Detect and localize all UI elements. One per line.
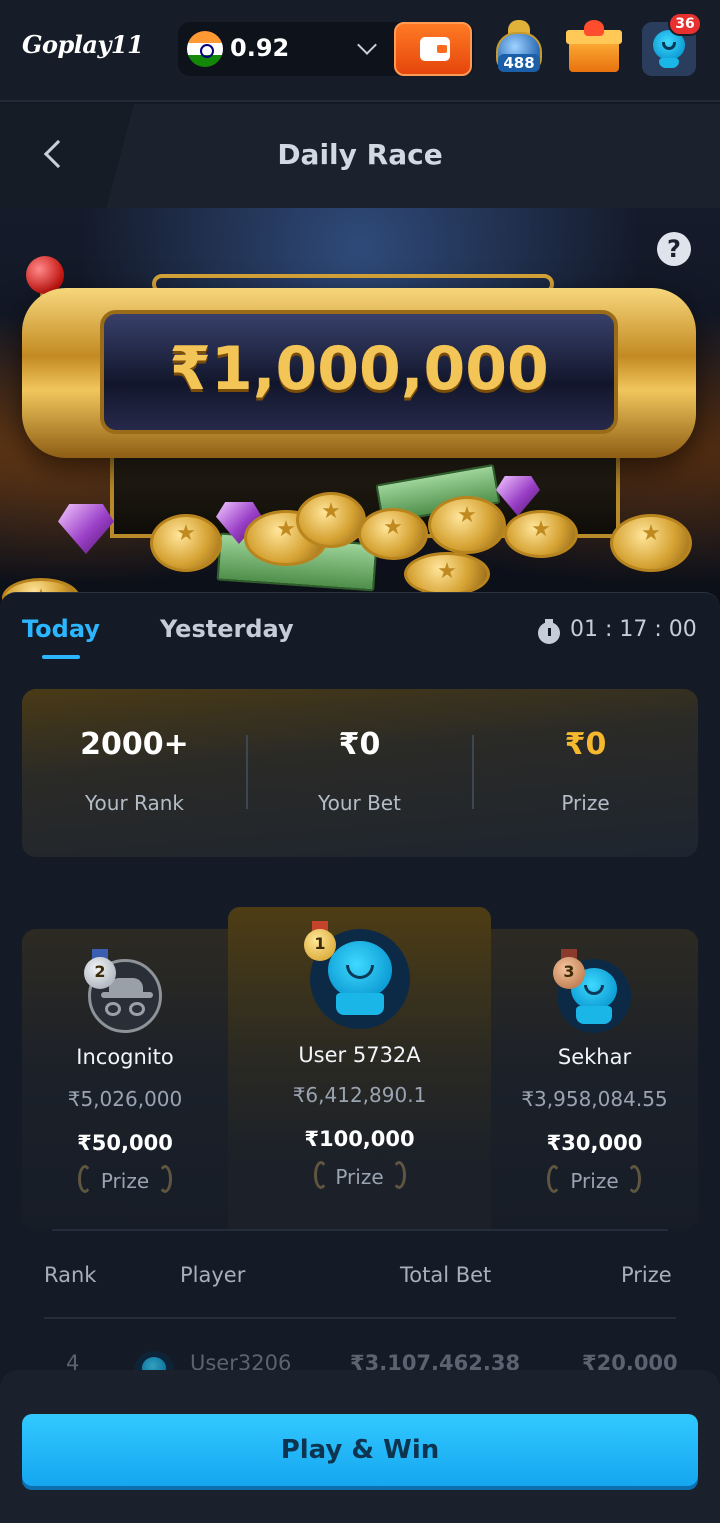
stat-bet: ₹0 Your Bet — [247, 689, 472, 857]
laurel-right-icon — [158, 1165, 172, 1193]
player-name: User 5732A — [298, 1043, 421, 1067]
stat-value: ₹0 — [338, 727, 381, 762]
stat-label: Prize — [561, 791, 610, 815]
bottom-action-bar: Play & Win — [0, 1370, 720, 1523]
prize-label: Prize — [570, 1169, 619, 1193]
india-flag-icon — [187, 31, 223, 67]
podium-third-place[interactable]: 3 Sekhar ₹3,958,084.55 ₹30,000 Prize — [491, 929, 698, 1229]
notification-badge: 36 — [668, 12, 702, 36]
player-total-bet: ₹6,412,890.1 — [292, 1083, 427, 1107]
gift-bow — [584, 20, 604, 36]
app-logo[interactable]: Goplay11 — [22, 30, 144, 59]
title-bar: Daily Race — [0, 104, 720, 208]
player-total-bet: ₹5,026,000 — [67, 1087, 183, 1111]
jackpot-screen: ₹1,000,000 — [100, 310, 618, 434]
podium-first-place[interactable]: 1 User 5732A ₹6,412,890.1 ₹100,000 Prize — [228, 907, 491, 1229]
player-name: Sekhar — [557, 1045, 632, 1069]
stat-prize: ₹0 Prize — [473, 689, 698, 857]
jackpot-machine: ₹1,000,000 — [22, 288, 696, 458]
app-header: Goplay11 0.92 488 36 — [0, 0, 720, 102]
prize-label: Prize — [100, 1169, 150, 1193]
player-name: Incognito — [76, 1045, 174, 1069]
tab-yesterday[interactable]: Yesterday — [160, 615, 294, 643]
tab-today[interactable]: Today — [22, 615, 100, 643]
balance-amount: 0.92 — [230, 34, 290, 62]
bronze-medal-icon: 3 — [553, 949, 585, 989]
stopwatch-icon — [538, 619, 560, 644]
gem-icon — [58, 504, 114, 554]
coin-icon — [404, 552, 490, 596]
jackpot-banner: ₹1,000,000 ? — [0, 208, 720, 608]
page-title: Daily Race — [277, 138, 443, 171]
prize-label: Prize — [335, 1165, 384, 1189]
wallet-icon — [420, 37, 450, 61]
coin-icon — [358, 508, 428, 560]
stat-rank: 2000+ Your Rank — [22, 689, 247, 857]
coin-icon — [428, 496, 506, 554]
player-prize: ₹100,000 — [304, 1127, 415, 1151]
player-total-bet: ₹3,958,084.55 — [521, 1087, 668, 1111]
coin-icon — [610, 514, 692, 572]
silver-medal-icon: 2 — [84, 949, 116, 989]
jackpot-amount: ₹1,000,000 — [169, 334, 549, 404]
stat-label: Your Rank — [84, 791, 185, 815]
countdown-timer: 01 : 17 : 00 — [570, 617, 697, 642]
stat-label: Your Bet — [318, 791, 401, 815]
coin-icon — [296, 492, 366, 548]
column-header-player: Player — [180, 1263, 246, 1287]
stat-value: 2000+ — [80, 727, 189, 762]
wallet-button[interactable] — [394, 22, 472, 76]
chevron-down-icon — [357, 35, 377, 55]
player-prize: ₹30,000 — [546, 1131, 643, 1155]
treasure-pot-button[interactable]: 488 — [492, 20, 546, 76]
gift-box-button[interactable] — [566, 20, 622, 76]
my-stats-card: 2000+ Your Rank ₹0 Your Bet ₹0 Prize — [22, 689, 698, 857]
play-and-win-button[interactable]: Play & Win — [22, 1414, 698, 1486]
coin-icon — [150, 514, 222, 572]
divider — [44, 1317, 676, 1319]
stat-value: ₹0 — [564, 727, 607, 762]
column-header-total-bet: Total Bet — [400, 1263, 492, 1287]
laurel-right-icon — [627, 1165, 641, 1193]
active-tab-indicator — [42, 655, 80, 659]
column-header-prize: Prize — [621, 1263, 672, 1287]
coin-icon — [504, 510, 578, 558]
pot-count: 488 — [498, 54, 540, 72]
player-prize: ₹50,000 — [77, 1131, 173, 1155]
help-icon[interactable]: ? — [657, 232, 691, 266]
column-header-rank: Rank — [44, 1263, 97, 1287]
divider — [52, 1229, 668, 1231]
laurel-right-icon — [392, 1161, 406, 1189]
gold-medal-icon: 1 — [304, 921, 336, 961]
podium-second-place[interactable]: 2 Incognito ₹5,026,000 ₹50,000 Prize — [22, 929, 228, 1229]
